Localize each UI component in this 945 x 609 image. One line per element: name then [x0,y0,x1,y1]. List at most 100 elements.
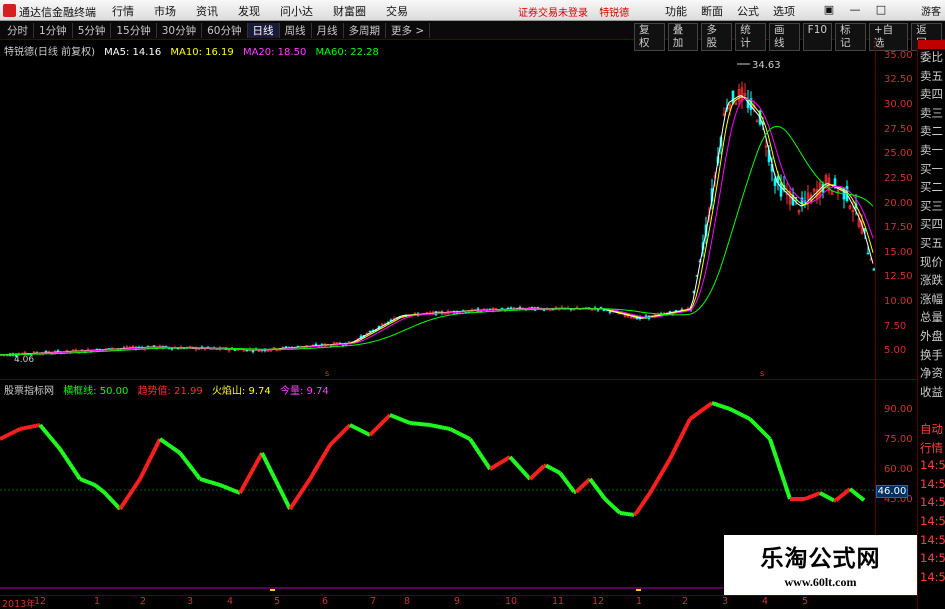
oscillator-segment [686,418,692,424]
oscillator-segment [640,500,646,506]
oscillator-segment [376,423,382,429]
date-tick: 2 [682,596,689,607]
candle-body [731,90,735,104]
oscillator-segment [840,492,846,497]
oscillator-segment [638,503,644,509]
oscillator-segment [278,488,284,494]
oscillator-segment [318,457,324,464]
oscillator-segment [280,492,286,498]
panel-item[interactable]: 买一 [920,161,943,177]
oscillator-segment [172,447,178,452]
oscillator-segment [560,474,566,480]
oscillator-segment [393,414,397,420]
oscillator-segment [510,457,516,463]
oscillator-segment [476,449,482,456]
oscillator-segment [342,427,348,433]
panel-item[interactable]: 净资 [920,365,943,381]
panel-item[interactable]: 买五 [920,235,943,251]
oscillator-segment [282,496,288,502]
oscillator-segment [1,435,5,440]
oscillator-segment [772,450,778,458]
panel-item[interactable]: 卖二 [920,123,943,139]
panel-item[interactable]: 卖五 [920,68,943,84]
oscillator-segment [723,405,727,410]
panel-item[interactable]: 委比 [920,49,943,65]
panel-item[interactable]: 现价 [920,254,943,270]
oscillator-segment [231,487,235,493]
panel-item[interactable]: 涨幅 [920,291,943,307]
oscillator-segment [132,483,138,490]
panel-item[interactable]: 卖一 [920,142,943,158]
panel-item[interactable]: 外盘 [920,328,943,344]
candle-body [368,330,372,333]
panel-item[interactable]: 涨跌 [920,272,943,288]
oscillator-segment [758,427,764,433]
oscillator-segment [264,460,270,466]
oscillator-segment [359,428,363,433]
oscillator-segment [500,458,506,464]
price-tick: 7.50 [884,321,907,332]
oscillator-segment [768,438,774,446]
oscillator-segment [737,411,741,416]
panel-top-tab[interactable] [918,40,945,49]
price-tick: 25.00 [884,148,913,159]
oscillator-segment [150,450,156,456]
panel-item[interactable]: 买四 [920,216,943,232]
panel-item[interactable]: 卖四 [920,86,943,102]
oscillator-segment [852,490,858,496]
oscillator-segment [778,468,784,476]
oscillator-segment [660,468,666,474]
panel-item[interactable]: 收益 [920,384,943,400]
oscillator-segment [566,482,572,488]
panel-item[interactable]: 卖三 [920,105,943,121]
oscillator-segment [322,450,328,457]
panel-item[interactable]: 总量 [920,309,943,325]
oscillator-segment [215,481,219,487]
oscillator-segment [674,442,680,448]
chart-canvas[interactable]: 34.63 4.06 s s [0,0,945,609]
oscillator-segment [727,406,731,411]
oscillator-segment [834,497,840,502]
oscillator-segment [725,405,729,411]
oscillator-segment [780,474,786,482]
oscillator-segment [365,431,369,436]
candle-body [314,343,318,346]
oscillator-segment [455,430,459,435]
oscillator-segment [662,464,668,471]
oscillator-segment [199,477,203,482]
low-price-label: 4.06 [14,355,34,365]
oscillator-segment [666,457,672,464]
oscillator-segment [144,462,150,468]
oscillator-segment [741,413,745,418]
panel-item[interactable]: 买三 [920,198,943,214]
panel-item[interactable]: 换手 [920,347,943,363]
date-tick: 1 [636,596,643,607]
oscillator-segment [860,497,866,502]
oscillator-segment [48,435,54,441]
oscillator-segment [240,484,246,491]
oscillator-segment [706,402,712,408]
price-tick: 22.50 [884,173,913,184]
oscillator-segment [89,481,93,486]
oscillator-segment [854,492,860,497]
main-legend: 特锐德(日线 前复权) MA5: 14.16 MA10: 16.19 MA20:… [4,43,385,58]
date-tick: 6 [322,596,329,607]
oscillator-segment [182,456,188,463]
date-tick: 12 [592,596,605,607]
oscillator-segment [332,437,338,443]
oscillator-segment [578,485,584,490]
oscillator-segment [465,435,469,440]
oscillator-segment [596,488,602,494]
oscillator-segment [819,491,823,496]
oscillator-segment [504,456,510,462]
pane-divider[interactable] [0,379,917,380]
oscillator-segment [81,477,85,483]
oscillator-segment [122,498,128,505]
watermark: 乐淘公式网 www.60lt.com [724,535,917,595]
panel-item[interactable]: 买二 [920,179,943,195]
oscillator-segment [378,421,384,427]
oscillator-segment [244,477,250,484]
oscillator-segment [0,436,3,441]
oscillator-segment [494,462,500,468]
oscillator-segment [739,412,743,417]
